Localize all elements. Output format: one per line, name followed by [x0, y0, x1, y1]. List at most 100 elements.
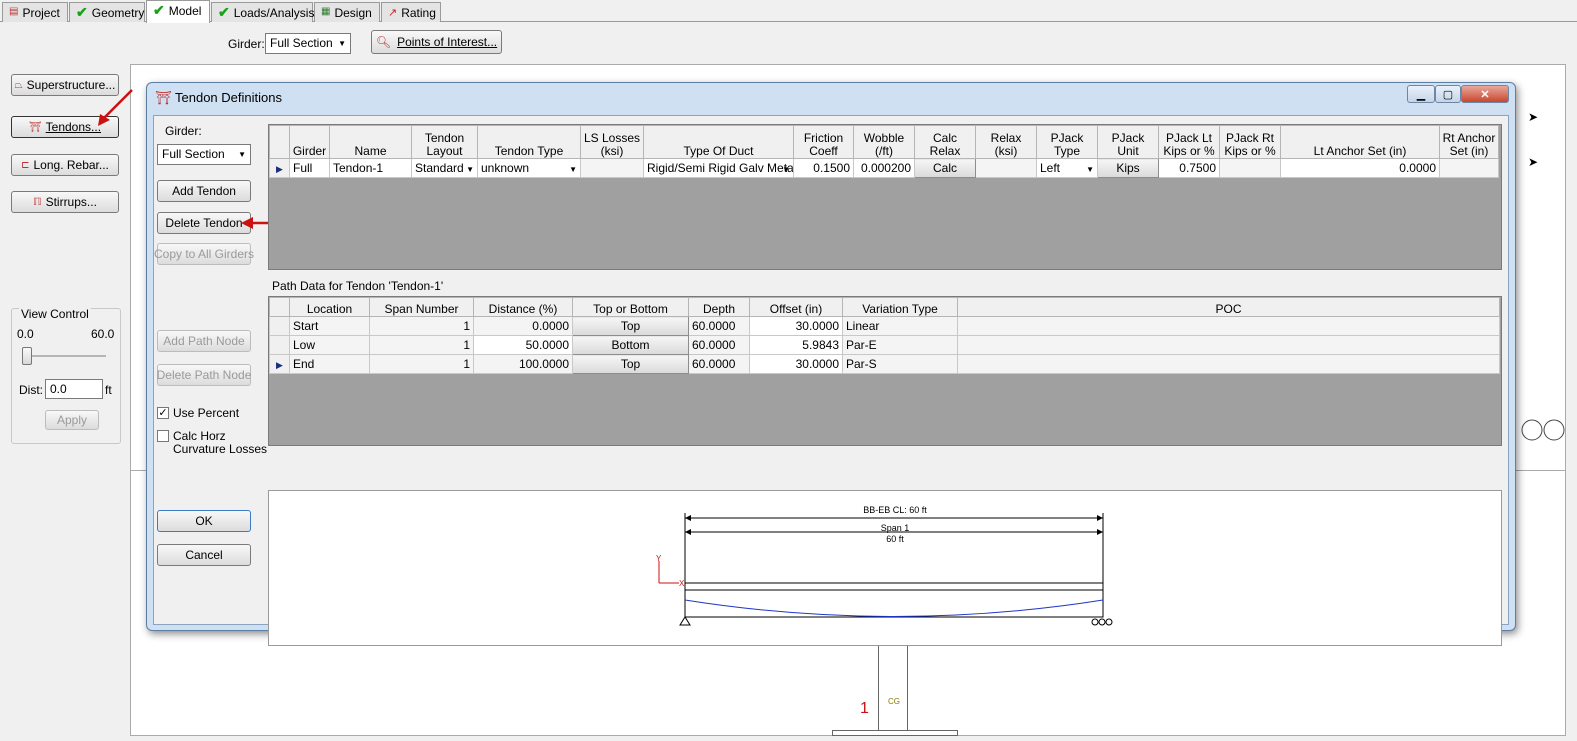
- view-max-label: 60.0: [91, 327, 115, 341]
- tab-project[interactable]: ▤ Project: [2, 2, 68, 22]
- calc-relax-button[interactable]: Calc: [914, 158, 976, 178]
- cell-offset[interactable]: 30.0000: [749, 316, 843, 336]
- rating-icon: ↗: [388, 7, 398, 19]
- cell-duct[interactable]: Rigid/Semi Rigid Galv Meta ▼: [643, 158, 794, 178]
- row-selector[interactable]: ▶: [269, 354, 290, 374]
- cancel-button[interactable]: Cancel: [157, 544, 251, 566]
- tab-design[interactable]: ▦ Design: [314, 2, 380, 22]
- girder-select[interactable]: Full Section ▼: [265, 33, 351, 54]
- cell-span: 1: [369, 316, 474, 336]
- path-data-title: Path Data for Tendon 'Tendon-1': [272, 279, 444, 293]
- maximize-button[interactable]: ▢: [1435, 85, 1461, 103]
- apply-button[interactable]: Apply: [45, 410, 99, 430]
- cell-wobble[interactable]: 0.000200: [853, 158, 915, 178]
- col-pjack-rt: PJack Rt Kips or %: [1219, 125, 1281, 159]
- arrow-right-icon: [1097, 529, 1103, 535]
- annotation-arrow: [98, 86, 138, 126]
- tendon-icon: ⛩: [155, 90, 172, 105]
- cell-tendon-type[interactable]: unknown ▼: [477, 158, 581, 178]
- add-tendon-button[interactable]: Add Tendon: [157, 180, 251, 202]
- cell-pjack-lt[interactable]: 0.7500: [1158, 158, 1220, 178]
- row-selector[interactable]: ▶: [269, 158, 290, 178]
- view-slider-thumb[interactable]: [22, 347, 32, 365]
- use-percent-checkbox[interactable]: ✓: [157, 407, 169, 419]
- chevron-down-icon: ▼: [466, 165, 474, 174]
- dist-unit-label: ft: [105, 383, 112, 397]
- points-of-interest-button[interactable]: 🔍︎ Points of Interest...: [371, 30, 502, 54]
- cell-poc[interactable]: [957, 316, 1500, 336]
- tab-geometry[interactable]: ✔ Geometry: [69, 2, 145, 22]
- cell-pjack-rt[interactable]: [1219, 158, 1281, 178]
- copy-to-all-girders-button[interactable]: Copy to All Girders: [154, 243, 254, 265]
- cell-lt-anchor[interactable]: 0.0000: [1280, 158, 1440, 178]
- cell-span: 1: [369, 335, 474, 355]
- delete-tendon-button[interactable]: Delete Tendon: [157, 212, 251, 234]
- cell-girder[interactable]: Full: [289, 158, 330, 178]
- cell-layout[interactable]: Standard ▼: [411, 158, 478, 178]
- cell-rt-anchor[interactable]: [1439, 158, 1499, 178]
- dist-input[interactable]: 0.0: [45, 379, 103, 399]
- minimize-button[interactable]: ▁: [1407, 85, 1435, 103]
- pjack-unit-button[interactable]: Kips: [1097, 158, 1159, 178]
- cell-distance[interactable]: 50.0000: [473, 335, 573, 355]
- ok-button[interactable]: OK: [157, 510, 251, 532]
- table-row[interactable]: Start 1 0.0000 Top 60.0000 30.0000 Linea…: [269, 316, 1500, 336]
- col-relax: Relax (ksi): [975, 125, 1037, 159]
- col-girder: Girder: [289, 125, 330, 159]
- cell-variation[interactable]: Par-E: [842, 335, 958, 355]
- view-control-label: View Control: [19, 307, 91, 321]
- cell-distance[interactable]: 0.0000: [473, 316, 573, 336]
- long-rebar-button[interactable]: ⊏ Long. Rebar...: [11, 154, 119, 176]
- span-length: 60 ft: [886, 534, 904, 544]
- stirrups-button[interactable]: ℿ Stirrups...: [11, 191, 119, 213]
- dialog-girder-select[interactable]: Full Section ▼: [157, 144, 251, 165]
- add-path-node-button[interactable]: Add Path Node: [157, 330, 251, 352]
- col-wobble: Wobble (/ft): [853, 125, 915, 159]
- cell-relax[interactable]: [975, 158, 1037, 178]
- delete-path-node-button[interactable]: Delete Path Node: [157, 364, 251, 386]
- tab-rating[interactable]: ↗ Rating: [381, 2, 441, 22]
- calc-horz-checkbox[interactable]: [157, 430, 169, 442]
- cell-distance[interactable]: 100.0000: [473, 354, 573, 374]
- calc-horz-label-2: Curvature Losses: [173, 442, 268, 456]
- chevron-down-icon: ▼: [1086, 165, 1094, 174]
- top-bottom-button[interactable]: Bottom: [572, 335, 689, 355]
- cell-poc[interactable]: [957, 335, 1500, 355]
- minimize-icon: ▁: [1416, 88, 1426, 101]
- col-lt-anchor: Lt Anchor Set (in): [1280, 125, 1440, 159]
- table-row[interactable]: ▶ End 1 100.0000 Top 60.0000 30.0000 Par…: [269, 354, 1500, 374]
- cell-poc[interactable]: [957, 354, 1500, 374]
- girder-label: Girder:: [228, 37, 265, 51]
- col-location: Location: [289, 297, 370, 317]
- cell-friction[interactable]: 0.1500: [793, 158, 854, 178]
- cell-offset[interactable]: 5.9843: [749, 335, 843, 355]
- tab-model[interactable]: ✔ Model: [146, 0, 210, 23]
- chevron-down-icon: ▼: [782, 165, 790, 174]
- cell-pjack-type[interactable]: Left ▼: [1036, 158, 1098, 178]
- cell-depth: 60.0000: [688, 354, 750, 374]
- chevron-down-icon: ▼: [238, 150, 246, 159]
- use-percent-label: Use Percent: [173, 406, 240, 420]
- top-bottom-button[interactable]: Top: [572, 354, 689, 374]
- table-row[interactable]: Low 1 50.0000 Bottom 60.0000 5.9843 Par-…: [269, 335, 1500, 355]
- cell-offset[interactable]: 30.0000: [749, 354, 843, 374]
- cell-variation[interactable]: Linear: [842, 316, 958, 336]
- y-axis-label: Y: [656, 554, 662, 563]
- view-min-label: 0.0: [17, 327, 34, 341]
- close-icon: ✕: [1480, 88, 1490, 101]
- table-row[interactable]: ▶ Full Tendon-1 Standard ▼ unknown ▼ Rigid…: [269, 158, 1499, 178]
- top-bottom-button[interactable]: Top: [572, 316, 689, 336]
- cell-location: Start: [289, 316, 370, 336]
- cell-name[interactable]: Tendon-1: [329, 158, 412, 178]
- col-type-of-duct: Type Of Duct: [643, 125, 794, 159]
- close-button[interactable]: ✕: [1461, 85, 1509, 103]
- check-icon: ✔: [76, 4, 88, 20]
- tab-loads-analysis[interactable]: ✔ Loads/Analysis: [211, 2, 314, 22]
- cell-ls-losses[interactable]: [580, 158, 644, 178]
- row-selector[interactable]: [269, 316, 290, 336]
- project-icon: ▤: [9, 6, 19, 17]
- row-selector[interactable]: [269, 335, 290, 355]
- cell-variation[interactable]: Par-S: [842, 354, 958, 374]
- col-poc: POC: [957, 297, 1500, 317]
- view-slider-track[interactable]: [22, 355, 106, 357]
